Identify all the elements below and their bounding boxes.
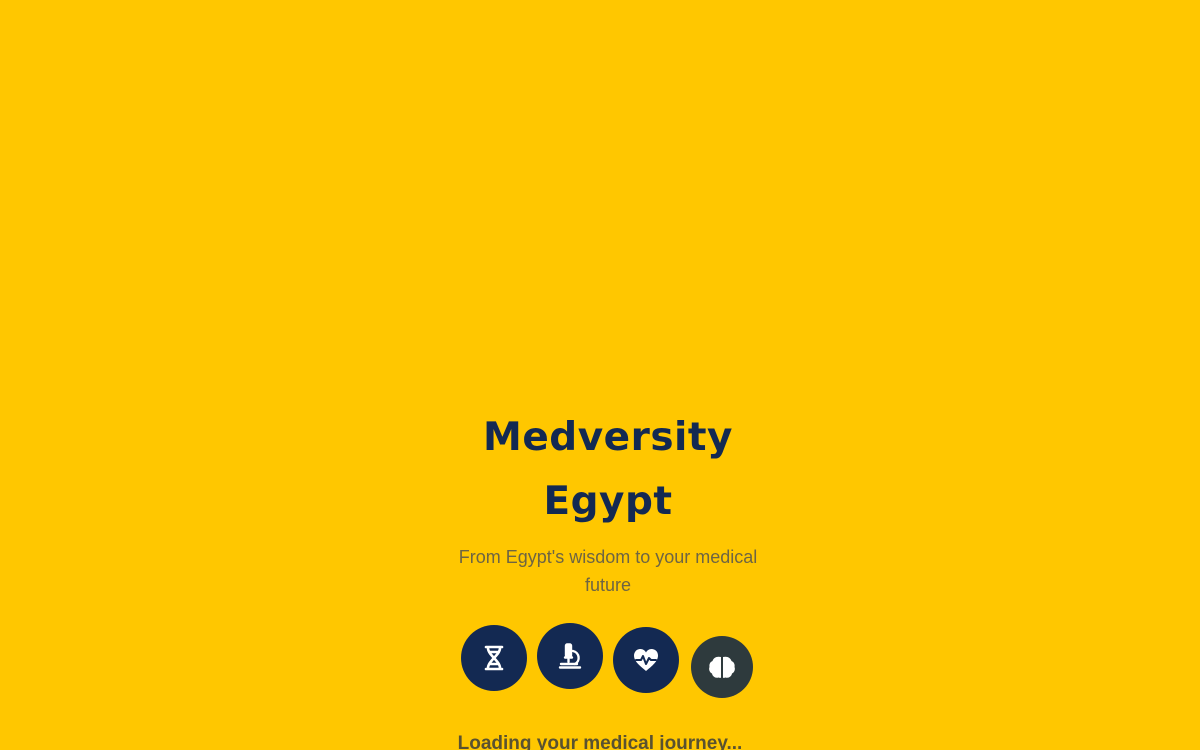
loading-status-text: Loading your medical journey... [457,733,743,750]
tagline-line1: From Egypt's wisdom to your medical [458,547,758,567]
tagline-line2: future [584,575,632,595]
brain-icon [691,636,753,698]
dna-icon [461,625,527,691]
app-title-line1: Medversity [483,415,733,460]
splash-screen: Medversity Egypt From Egypt's wisdom to … [0,0,1200,750]
microscope-icon [537,623,603,689]
app-title-line2: Egypt [543,479,673,524]
heartbeat-icon [613,627,679,693]
